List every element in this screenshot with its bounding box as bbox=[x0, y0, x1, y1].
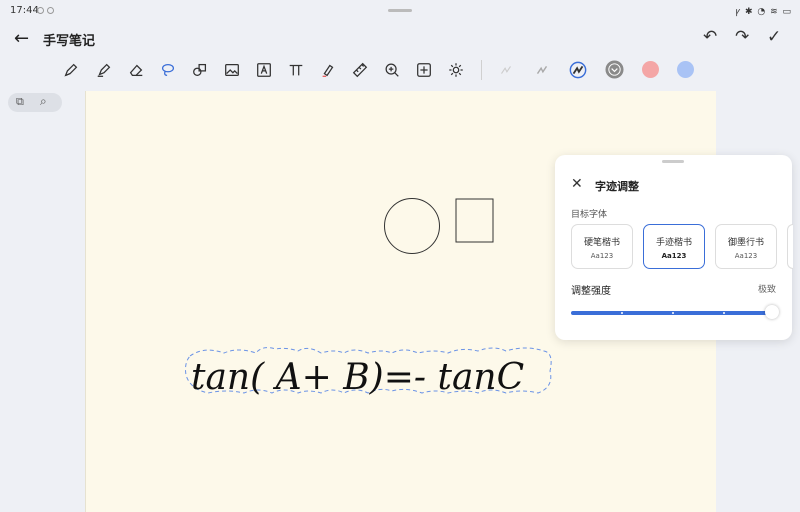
color-swatch-gray[interactable] bbox=[605, 60, 624, 79]
font-option-ink-running[interactable]: 御墨行书 Aa123 bbox=[715, 224, 777, 269]
color-swatch-pink[interactable] bbox=[642, 61, 659, 78]
status-icons: ꝩ ✱ ◔ ≋ ▭ bbox=[735, 7, 792, 17]
drawn-square bbox=[455, 198, 494, 243]
redo-icon[interactable]: ↷ bbox=[735, 27, 749, 47]
panel-drag-handle[interactable] bbox=[662, 160, 684, 163]
eraser-icon[interactable] bbox=[126, 60, 146, 80]
ruler-icon[interactable] bbox=[350, 60, 370, 80]
font-option-sample: Aa123 bbox=[734, 252, 758, 260]
font-option-more[interactable] bbox=[787, 224, 793, 269]
font-option-sample: Aa123 bbox=[590, 252, 614, 260]
pen-icon[interactable] bbox=[61, 60, 81, 80]
status-bar: 17:44 ꝩ ✱ ◔ ≋ ▭ bbox=[0, 0, 800, 22]
strength-slider[interactable] bbox=[571, 305, 779, 319]
highlighter-icon[interactable] bbox=[94, 60, 114, 80]
tool-bar bbox=[0, 56, 800, 84]
font-option-hard-pen[interactable]: 硬笔楷书 Aa123 bbox=[571, 224, 633, 269]
zoom-in-icon[interactable] bbox=[382, 60, 402, 80]
top-drag-handle[interactable] bbox=[388, 9, 412, 12]
lasso-icon[interactable] bbox=[158, 60, 178, 80]
slider-tick bbox=[621, 312, 623, 314]
close-icon[interactable]: ✕ bbox=[571, 176, 583, 192]
strength-label: 调整强度 bbox=[571, 286, 611, 297]
handwritten-formula[interactable]: tan( A+ B)=- tanC bbox=[191, 349, 561, 409]
font-option-name: 硬笔楷书 bbox=[583, 238, 620, 248]
search-icon[interactable]: ⌕ bbox=[40, 94, 47, 109]
shapes-icon[interactable] bbox=[190, 60, 210, 80]
back-arrow-icon[interactable]: ← bbox=[14, 28, 29, 49]
color-swatch-blue[interactable] bbox=[677, 61, 694, 78]
status-notification-icon bbox=[37, 7, 44, 14]
formula-icon[interactable] bbox=[286, 60, 306, 80]
page-title: 手写笔记 bbox=[43, 34, 96, 49]
slider-tick bbox=[723, 312, 725, 314]
pen-style-thin-icon[interactable] bbox=[496, 60, 516, 80]
toolbar-divider bbox=[481, 60, 482, 80]
handwriting-text: tan( A+ B)=- tanC bbox=[191, 357, 524, 398]
page-zoom-pill[interactable]: ⧉ ⌕ bbox=[8, 93, 62, 112]
image-icon[interactable] bbox=[222, 60, 242, 80]
text-box-icon[interactable] bbox=[254, 60, 274, 80]
pages-icon[interactable]: ⧉ bbox=[16, 95, 24, 109]
status-app-icon bbox=[47, 7, 54, 14]
font-option-handwriting[interactable]: 手迹楷书 Aa123 bbox=[643, 224, 705, 269]
confirm-check-icon[interactable]: ✓ bbox=[767, 27, 781, 47]
strength-value: 极致 bbox=[757, 285, 776, 295]
font-option-name: 手迹楷书 bbox=[655, 238, 692, 248]
font-option-sample: Aa123 bbox=[661, 252, 687, 260]
marker-icon[interactable] bbox=[318, 60, 338, 80]
settings-icon[interactable] bbox=[446, 60, 466, 80]
drawn-circle bbox=[384, 198, 440, 254]
add-icon[interactable] bbox=[414, 60, 434, 80]
title-bar: ← 手写笔记 ↶ ↷ ✓ bbox=[0, 22, 800, 56]
undo-icon[interactable]: ↶ bbox=[703, 27, 717, 47]
pen-style-thick-icon[interactable] bbox=[568, 60, 588, 80]
pen-style-medium-icon[interactable] bbox=[532, 60, 552, 80]
slider-tick bbox=[672, 312, 674, 314]
handwriting-adjust-panel: ✕ 字迹调整 目标字体 硬笔楷书 Aa123 手迹楷书 Aa123 御墨行书 A… bbox=[555, 155, 793, 340]
font-option-name: 御墨行书 bbox=[727, 238, 764, 248]
status-time: 17:44 bbox=[10, 5, 39, 16]
slider-knob[interactable] bbox=[765, 305, 779, 319]
target-font-label: 目标字体 bbox=[571, 210, 608, 220]
panel-title: 字迹调整 bbox=[595, 180, 639, 193]
